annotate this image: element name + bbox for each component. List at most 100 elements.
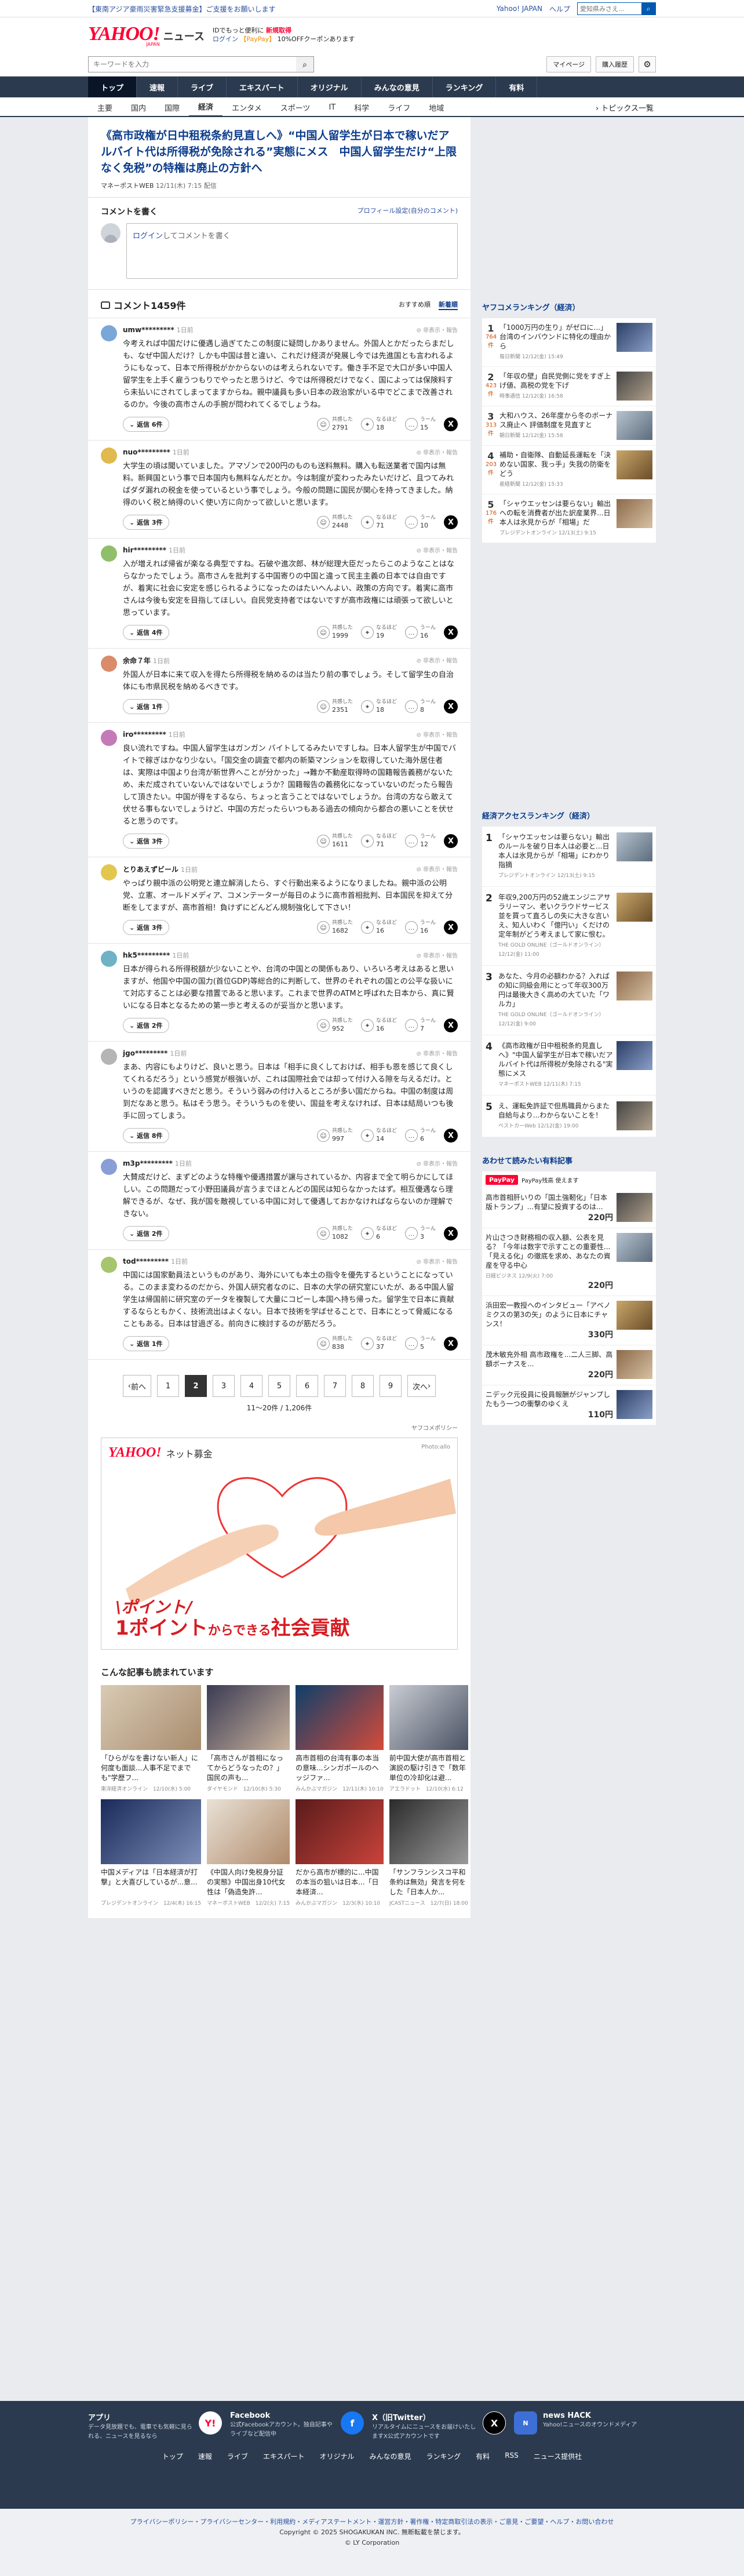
react-hmm[interactable]: … うーん 16 [404,625,436,640]
pager-page-5[interactable]: 5 [268,1375,290,1397]
footer-newshack[interactable]: N news HACK Yahoo!ニュースのオウンドメディア [514,2411,656,2441]
ranking-item[interactable]: 3 313件 大和ハウス、26年度から冬のボーナス廃止へ 評価制度を見直すと 朝日新… [482,406,656,446]
footer-nav-item[interactable]: RSS [505,2451,519,2461]
pager-page-7[interactable]: 7 [324,1375,346,1397]
replies-button[interactable]: ⌄ 返信 6件 [123,417,169,432]
related-item[interactable]: 《中国人向け免税身分証の実態》中国出身10代女性は「偽造免許... マネーポスト… [207,1799,290,1906]
react-empathy[interactable]: ☺ 共感した 1082 [316,1226,353,1241]
avatar[interactable] [101,1159,117,1175]
comment-user[interactable]: iro********* [123,730,166,738]
topics-list-link[interactable]: › トピックス一覧 [596,102,656,113]
comment-textarea[interactable]: ログインしてコメントを書く [126,223,458,279]
footer-x[interactable]: X（旧Twitter） リアルタイムにニュースをお届けいたしますX公式アカウントで… [372,2411,514,2441]
mypage-button[interactable]: マイページ [546,56,591,72]
category-entertainment[interactable]: エンタメ [223,97,271,117]
comment-user[interactable]: とりあえずビール [123,865,178,874]
ranking-item[interactable]: 5 176件 「シャウエッセンは要らない」輸出への転を消費者が出た訳産業界...日… [482,494,656,543]
hide-report-link[interactable]: ⊘ 非表示・報告 [416,1159,458,1168]
pager-page-3[interactable]: 3 [213,1375,235,1397]
paid-article-item[interactable]: 浜田宏一教授へのインタビュー「アベノミクスの第3の矢」のように日本にチャンス！ 3… [482,1296,656,1345]
footer-nav-item[interactable]: 有料 [476,2451,490,2461]
react-hmm[interactable]: … うーん 7 [404,1018,436,1033]
help-link[interactable]: ヘルプ [549,4,570,14]
access-ranking-item[interactable]: 5 え、運転免許証で但馬職員からまた自給与より...わからないことを！ ベストカー… [482,1096,656,1137]
share-x-button[interactable]: X [444,1227,458,1240]
footer-links[interactable]: プライバシーポリシー・プライバシーセンター・利用規約・メディアステートメント・運… [0,2517,744,2527]
react-hmm[interactable]: … うーん 3 [404,1226,436,1241]
related-item[interactable]: 前中国大使が高市首相と演説の駆け引きで「数年単位の冷却化は避... アエラドット… [389,1685,468,1792]
related-item[interactable]: 中国メディアは「日本経済が打撃」と大喜びしているが...意... プレジデントオ… [101,1799,202,1906]
category-main[interactable]: 主要 [88,97,122,117]
react-empathy[interactable]: ☺ 共感した 1682 [316,920,353,935]
pager-page-1[interactable]: 1 [157,1375,179,1397]
react-insight[interactable]: ✦ なるほど 71 [360,515,397,530]
gnav-top[interactable]: トップ [88,77,137,97]
access-ranking-item[interactable]: 1 「シャウエッセンは要らない」輸出のルールを破り日本人は必要と...日本人は氷… [482,827,656,887]
ranking-item[interactable]: 1 764件 「1000万円の生り」がゼロに...」台湾のインバウンドに特化の理由… [482,318,656,367]
sort-newest[interactable]: 新着順 [439,300,458,310]
footer-nav-item[interactable]: ニュース提供社 [534,2451,582,2461]
react-empathy[interactable]: ☺ 共感した 2791 [316,417,353,432]
react-insight[interactable]: ✦ なるほど 6 [360,1226,397,1241]
replies-button[interactable]: ⌄ 返信 1件 [123,699,169,714]
gnav-live[interactable]: ライブ [178,77,227,97]
article-title[interactable]: 《高市政権が日中租税条約見直しへ》“中国人留学生が日本で稼いだアルバイト代は所得… [101,129,457,174]
share-x-button[interactable]: X [444,1337,458,1351]
avatar[interactable] [101,325,117,341]
hide-report-link[interactable]: ⊘ 非表示・報告 [416,730,458,739]
avatar[interactable] [101,730,117,746]
comment-user[interactable]: umw********* [123,326,174,334]
react-empathy[interactable]: ☺ 共感した 1611 [316,834,353,849]
sort-recommended[interactable]: おすすめ順 [399,300,431,310]
hide-report-link[interactable]: ⊘ 非表示・報告 [416,951,458,960]
avatar[interactable] [101,1257,117,1273]
react-empathy[interactable]: ☺ 共感した 2351 [316,699,353,714]
footer-app[interactable]: アプリ データ見放題でも、電車でも気軽に見られる、ニュースを見るなら Y! [88,2411,230,2441]
share-x-button[interactable]: X [444,417,458,431]
avatar[interactable] [101,864,117,881]
footer-facebook[interactable]: Facebook 公式Facebookアカウント。独自記事やライブなど配信中 f [230,2411,372,2441]
hide-report-link[interactable]: ⊘ 非表示・報告 [416,1257,458,1266]
comment-policy-link[interactable]: ヤフコメポリシー [411,1425,458,1432]
footer-nav-item[interactable]: ライブ [227,2451,248,2461]
react-empathy[interactable]: ☺ 共感した 2448 [316,515,353,530]
category-science[interactable]: 科学 [345,97,378,117]
pager-page-4[interactable]: 4 [240,1375,262,1397]
replies-button[interactable]: ⌄ 返信 3件 [123,920,169,935]
share-x-button[interactable]: X [444,1018,458,1032]
avatar[interactable] [101,656,117,672]
related-item[interactable]: だから高市が標的に...中国の本当の狙いは日本...「日本経済... みんかぶマ… [296,1799,384,1906]
access-ranking-item[interactable]: 3 あなた、今月の必額わかる？入ればの知に同級会用にとって年収300万円は最後大… [482,966,656,1035]
react-empathy[interactable]: ☺ 共感した 838 [316,1336,353,1351]
footer-nav-item[interactable]: みんなの意見 [370,2451,411,2461]
article-source[interactable]: マネーポストWEB [101,182,154,190]
news-search-button[interactable]: ⌕ [296,57,313,72]
category-world[interactable]: 国際 [155,97,189,117]
replies-button[interactable]: ⌄ 返信 8件 [123,1128,169,1143]
react-insight[interactable]: ✦ なるほど 18 [360,699,397,714]
react-hmm[interactable]: … うーん 16 [404,920,436,935]
category-business[interactable]: 経済 [189,97,223,117]
react-empathy[interactable]: ☺ 共感した 997 [316,1128,353,1143]
hide-report-link[interactable]: ⊘ 非表示・報告 [416,447,458,457]
comment-login-link[interactable]: ログイン [133,232,163,241]
yahoo-news-logo[interactable]: YAHOO! JAPAN ニュース [88,23,205,47]
react-hmm[interactable]: … うーん 5 [404,1336,436,1351]
avatar[interactable] [101,447,117,464]
comment-user[interactable]: m3p********* [123,1159,173,1167]
react-hmm[interactable]: … うーん 8 [404,699,436,714]
top-search-input[interactable] [578,3,641,14]
replies-button[interactable]: ⌄ 返信 2件 [123,1226,169,1241]
replies-button[interactable]: ⌄ 返信 3件 [123,834,169,849]
top-search-button[interactable]: ⌕ [641,3,655,14]
purchase-history-button[interactable]: 購入履歴 [596,56,634,72]
pager-prev[interactable]: ‹ 前へ [122,1375,151,1397]
hide-report-link[interactable]: ⊘ 非表示・報告 [416,656,458,665]
paid-article-item[interactable]: ニデック元役員に役員報酬がジャンプしたもう一つの衝撃のゆくえ 110円 [482,1385,656,1425]
hide-report-link[interactable]: ⊘ 非表示・報告 [416,864,458,874]
access-ranking-item[interactable]: 2 年収9,200万円の52歳エンジニアサラリーマン、老いクラウドサービス並を買… [482,887,656,966]
category-it[interactable]: IT [319,97,345,117]
yahoo-japan-link[interactable]: Yahoo! JAPAN [497,5,542,13]
pager-page-9[interactable]: 9 [380,1375,402,1397]
settings-button[interactable]: ⚙ [639,56,656,72]
